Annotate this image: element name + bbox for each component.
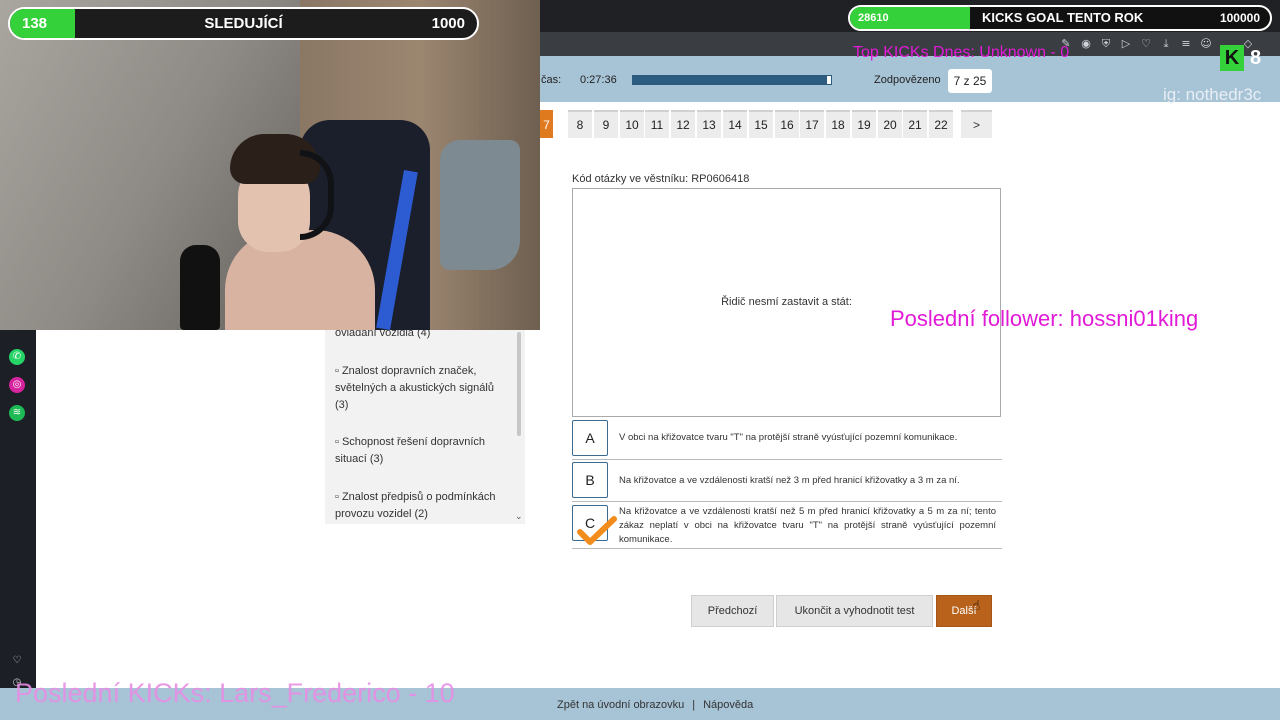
answer-b[interactable]: B Na křižovatce a ve vzdálenosti kratší …: [572, 462, 1002, 502]
question-number-button[interactable]: 16: [775, 110, 799, 138]
top-kicks-today: Top KICKs Dnes: Unknown - 0: [853, 44, 1070, 61]
question-number-button[interactable]: 10: [620, 110, 644, 138]
category-item[interactable]: ▫ Schopnost řešení dopravních situací (3…: [335, 434, 507, 468]
follower-goal-bar: SLEDUJÍCÍ 138 1000: [8, 7, 479, 40]
kicks-current: 28610: [858, 12, 889, 24]
answer-a[interactable]: A V obci na křižovatce tvaru "T" na prot…: [572, 420, 1002, 460]
webcam-streamer-body: [225, 230, 375, 330]
next-page-button[interactable]: >: [961, 110, 992, 138]
category-item[interactable]: ▫ Znalost předpisů o podmínkách provozu …: [335, 489, 507, 523]
follower-goal: 1000: [431, 15, 465, 32]
question-number-button[interactable]: 22: [929, 110, 953, 138]
question-number-button[interactable]: 21: [903, 110, 927, 138]
left-sidebar: ✆ ◎ ≋ ♡ ◷: [0, 330, 36, 720]
time-value: 0:27:36: [580, 74, 617, 86]
question-number-button[interactable]: 11: [645, 110, 669, 138]
last-follower: Poslední follower: hossni01king: [890, 306, 1199, 331]
microphone-icon: [180, 245, 220, 330]
mouse-cursor-icon: ☝: [972, 598, 981, 614]
answer-c[interactable]: C Na křižovatce a ve vzdálenosti kratší …: [572, 505, 1002, 549]
last-kicks: Poslední KICKs: Lars_Frederico - 10: [15, 678, 455, 708]
follower-count: 138: [22, 15, 48, 32]
kick-viewer-count: K 8: [1220, 45, 1272, 73]
camera-icon[interactable]: ◉: [1079, 37, 1093, 51]
question-number-button[interactable]: 8: [568, 110, 592, 138]
settings-icon[interactable]: ≡: [1179, 37, 1193, 51]
answer-letter[interactable]: A: [572, 420, 608, 456]
kicks-goal-title: KICKS GOAL TENTO ROK: [982, 10, 1144, 25]
play-icon[interactable]: ▷: [1119, 37, 1133, 51]
webcam-feed: SLEDUJÍCÍ 138 1000: [0, 0, 540, 330]
heart-icon[interactable]: ♡: [1139, 37, 1153, 51]
kick-logo-icon: K: [1220, 45, 1244, 71]
question-number-button[interactable]: 7: [540, 110, 553, 138]
chevron-down-icon[interactable]: ⌄: [515, 511, 523, 522]
question-number-button[interactable]: 15: [749, 110, 773, 138]
category-list[interactable]: ovládání vozidla (4) ▫ Znalost dopravníc…: [325, 327, 525, 524]
back-home-link[interactable]: Zpět na úvodní obrazovku: [557, 699, 684, 711]
question-number-button[interactable]: 14: [723, 110, 747, 138]
answer-text: Na křižovatce a ve vzdálenosti kratší ne…: [619, 475, 960, 486]
help-link[interactable]: Nápověda: [703, 699, 753, 711]
footer-separator: |: [692, 699, 696, 711]
footer-links: Zpět na úvodní obrazovku | Nápověda: [557, 699, 753, 711]
finish-test-button[interactable]: Ukončit a vyhodnotit test: [776, 595, 933, 627]
next-button[interactable]: Další: [936, 595, 992, 627]
question-box: Řidič nesmí zastavit a stát:: [572, 188, 1001, 417]
question-number-button[interactable]: 18: [826, 110, 850, 138]
answer-text: Na křižovatce a ve vzdálenosti kratší ne…: [619, 506, 996, 545]
user-icon[interactable]: ☺: [1199, 37, 1213, 51]
spotify-icon[interactable]: ≋: [9, 405, 25, 421]
category-item[interactable]: ▫ Znalost dopravních značek, světelných …: [335, 363, 507, 414]
instagram-icon[interactable]: ◎: [9, 377, 25, 393]
whatsapp-icon[interactable]: ✆: [9, 349, 25, 365]
time-progress-bar: [632, 75, 832, 85]
question-code: Kód otázky ve věstníku: RP0606418: [572, 173, 750, 185]
answered-label: Zodpovězeno: [874, 74, 941, 86]
kicks-goal: 100000: [1219, 11, 1260, 25]
progress-fill: [633, 76, 828, 84]
download-icon[interactable]: ⤓: [1159, 37, 1173, 51]
question-number-button[interactable]: 20: [878, 110, 902, 138]
viewer-count: 8: [1250, 47, 1262, 69]
kicks-goal-bar: 28610 KICKS GOAL TENTO ROK 100000: [848, 5, 1272, 31]
question-number-button[interactable]: 13: [697, 110, 721, 138]
question-number-button[interactable]: 9: [594, 110, 618, 138]
question-number-button[interactable]: 12: [671, 110, 695, 138]
follower-goal-title: SLEDUJÍCÍ: [204, 15, 283, 32]
shield-icon[interactable]: ⛨: [1099, 37, 1113, 51]
question-number-button[interactable]: 17: [800, 110, 824, 138]
time-label: čas:: [541, 74, 562, 86]
selected-check-icon: [577, 516, 617, 545]
instagram-handle: ig: nothedr3c: [1163, 85, 1262, 104]
webcam-hanging-clothes: [440, 140, 520, 270]
question-number-button[interactable]: 19: [852, 110, 876, 138]
prev-button[interactable]: Předchozí: [691, 595, 774, 627]
heart-icon[interactable]: ♡: [9, 653, 25, 669]
answer-text: V obci na křižovatce tvaru "T" na protěj…: [619, 432, 958, 443]
category-scrollbar[interactable]: [517, 332, 521, 436]
answer-letter[interactable]: B: [572, 462, 608, 498]
answered-count: 7 z 25: [948, 69, 992, 93]
